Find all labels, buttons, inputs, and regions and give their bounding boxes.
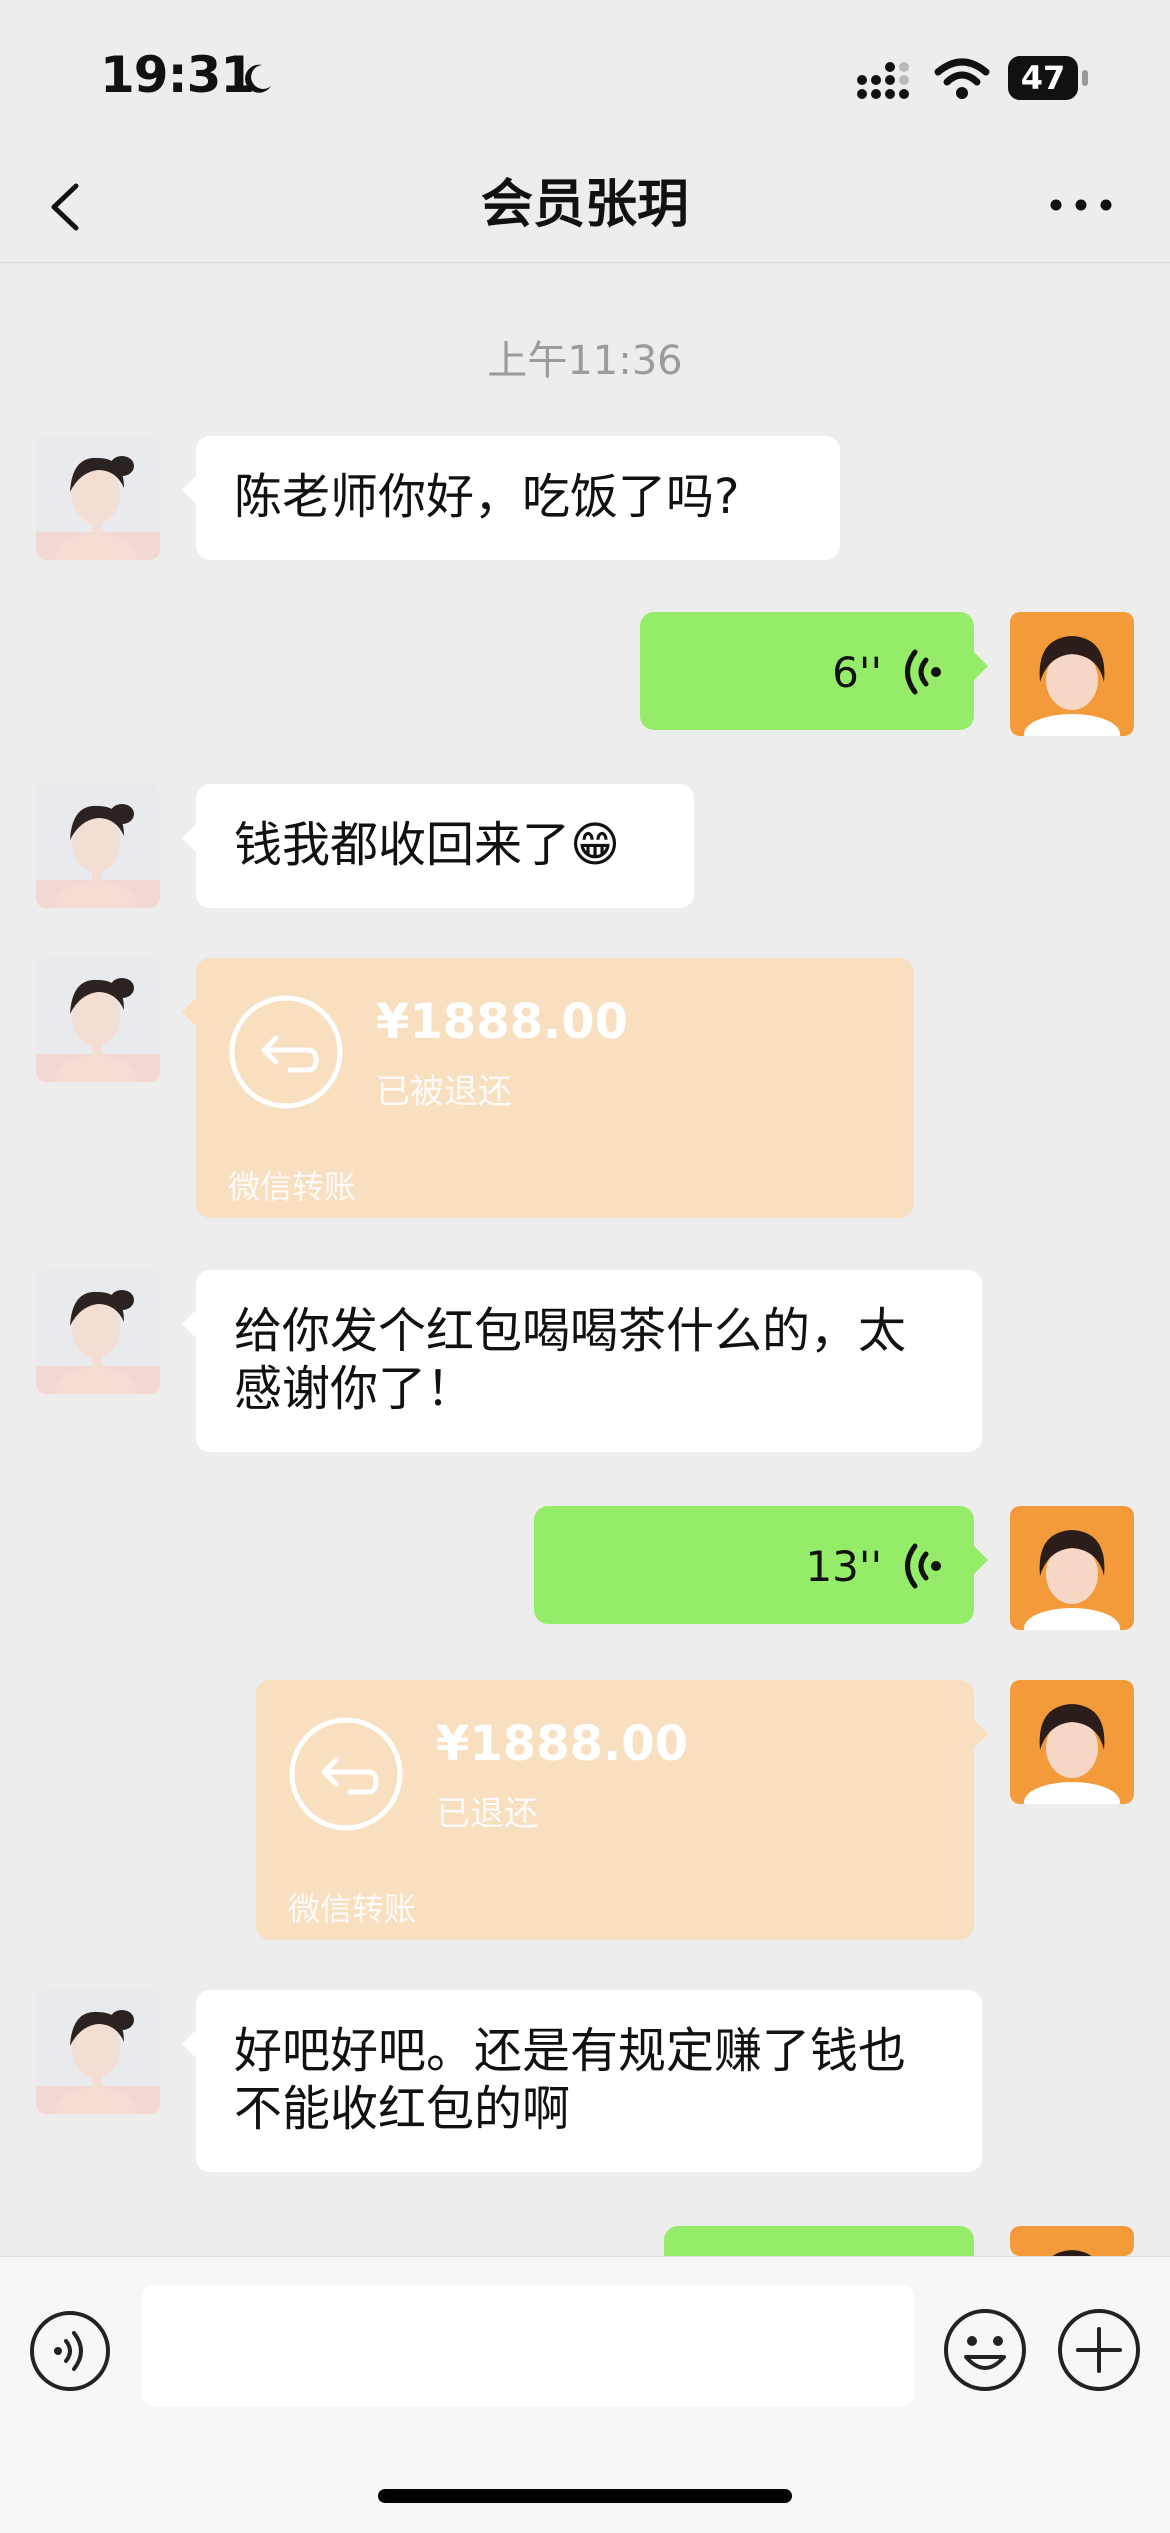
my-avatar[interactable] — [1010, 612, 1134, 736]
outgoing-voice-message[interactable]: 13'' — [534, 1506, 988, 1624]
contact-avatar[interactable] — [36, 436, 160, 560]
my-avatar[interactable] — [1010, 1506, 1134, 1630]
transfer-status: 已退还 — [436, 1794, 538, 1834]
outgoing-transfer-card[interactable]: ¥1888.00 已退还 微信转账 — [256, 1680, 988, 1940]
contact-avatar[interactable] — [36, 1990, 160, 2114]
transfer-label: 微信转账 — [288, 1890, 417, 1928]
message-text: 好吧好吧。还是有规定赚了钱也不能收红包的啊 — [234, 2023, 907, 2137]
transfer-amount: ¥1888.00 — [436, 1716, 689, 1772]
return-arrow-icon — [229, 995, 343, 1109]
plus-icon[interactable] — [1056, 2307, 1142, 2393]
home-indicator[interactable] — [378, 2489, 792, 2503]
incoming-text-message[interactable]: 钱我都收回来了😁 — [182, 784, 694, 908]
message-text: 陈老师你好，吃饭了吗? — [234, 469, 740, 525]
return-arrow-icon — [289, 1717, 403, 1831]
my-avatar[interactable] — [1010, 1680, 1134, 1804]
moon-icon — [245, 64, 271, 93]
contact-avatar[interactable] — [36, 958, 160, 1082]
my-avatar[interactable] — [1010, 2226, 1134, 2256]
contact-avatar[interactable] — [36, 784, 160, 908]
voice-wave-icon — [905, 1543, 941, 1589]
incoming-text-message[interactable]: 好吧好吧。还是有规定赚了钱也不能收红包的啊 — [182, 1990, 982, 2172]
cellular-signal-icon — [857, 62, 909, 99]
chat-title: 会员张玥 — [480, 175, 689, 235]
outgoing-voice-message[interactable]: 6'' — [640, 612, 988, 730]
wifi-icon — [934, 58, 990, 99]
outgoing-message-partial[interactable] — [664, 2226, 988, 2296]
transfer-amount: ¥1888.00 — [376, 994, 629, 1050]
incoming-text-message[interactable]: 给你发个红包喝喝茶什么的，太感谢你了！ — [182, 1270, 982, 1452]
battery-tip — [1082, 70, 1088, 86]
transfer-status: 已被退还 — [376, 1072, 512, 1112]
contact-avatar[interactable] — [36, 1270, 160, 1394]
input-toolbar — [0, 2256, 1170, 2533]
battery-indicator: 47 — [1008, 56, 1078, 100]
message-text: 给你发个红包喝喝茶什么的，太感谢你了！ — [234, 1303, 907, 1417]
message-input[interactable] — [142, 2285, 914, 2407]
transfer-label: 微信转账 — [228, 1168, 357, 1206]
incoming-transfer-card[interactable]: ¥1888.00 已被退还 微信转账 — [182, 958, 914, 1218]
more-options-icon[interactable] — [1046, 190, 1116, 220]
voice-duration: 6'' — [832, 648, 882, 697]
incoming-text-message[interactable]: 陈老师你好，吃饭了吗? — [182, 436, 840, 560]
status-time: 19:31 — [100, 46, 255, 104]
emoji-icon[interactable] — [942, 2307, 1028, 2393]
voice-duration: 13'' — [805, 1542, 882, 1591]
status-bar: 19:31 47 — [0, 0, 1170, 150]
message-text: 钱我都收回来了😁 — [234, 817, 621, 873]
voice-wave-icon — [905, 649, 941, 695]
voice-input-icon[interactable] — [28, 2309, 112, 2393]
message-timestamp: 上午11:36 — [487, 338, 683, 384]
chat-header: 会员张玥 — [0, 150, 1170, 263]
